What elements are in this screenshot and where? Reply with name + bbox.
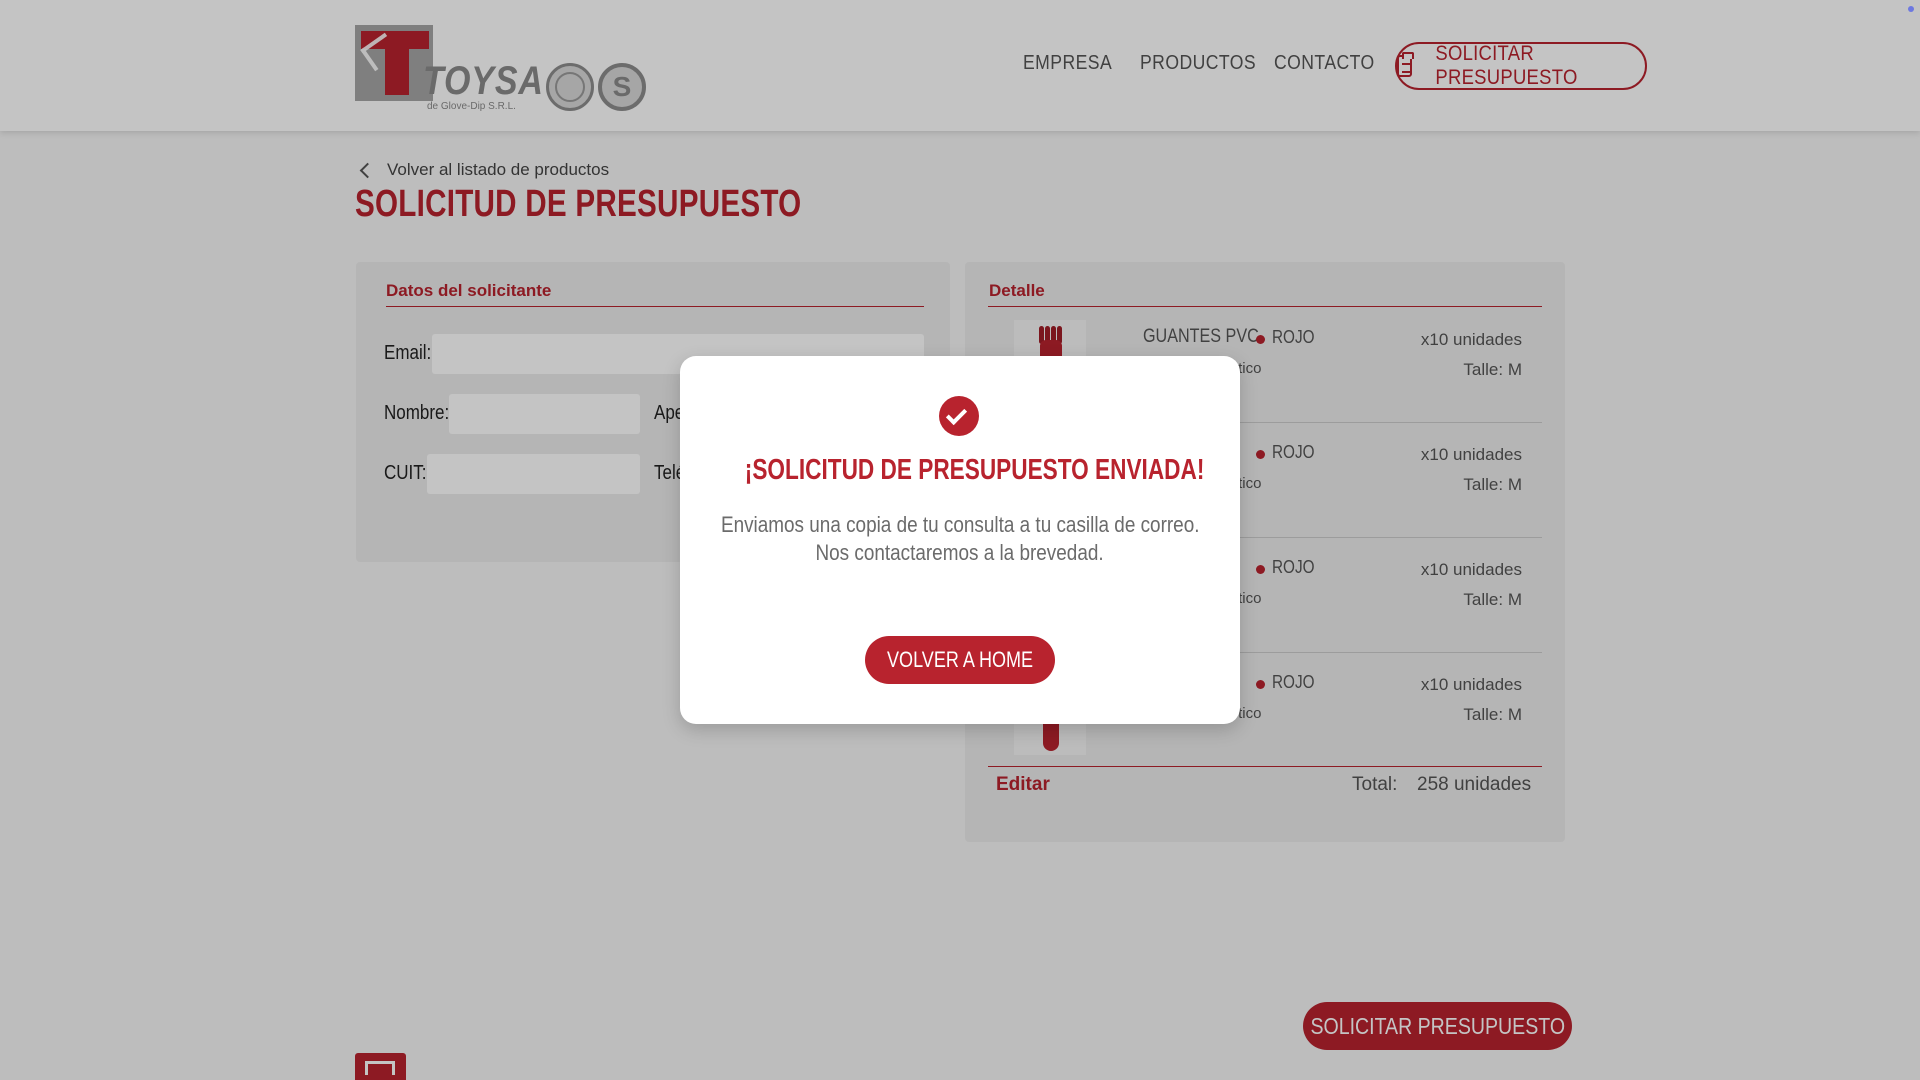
status-dot-icon	[1908, 6, 1914, 12]
volver-a-home-button[interactable]: VOLVER A HOME	[865, 636, 1055, 684]
modal-message-line-1: Enviamos una copia de tu consulta a tu c…	[720, 512, 1200, 537]
modal-message: Enviamos una copia de tu consulta a tu c…	[680, 511, 1240, 567]
success-modal: ¡SOLICITUD DE PRESUPUESTO ENVIADA! Envia…	[680, 356, 1240, 724]
modal-message-line-2: Nos contactaremos a la brevedad.	[815, 540, 1105, 565]
modal-title-text: ¡SOLICITUD DE PRESUPUESTO ENVIADA!	[744, 454, 1205, 486]
modal-title: ¡SOLICITUD DE PRESUPUESTO ENVIADA!	[680, 454, 1240, 487]
check-circle-icon	[939, 396, 979, 436]
volver-a-home-label: VOLVER A HOME	[886, 647, 1034, 672]
